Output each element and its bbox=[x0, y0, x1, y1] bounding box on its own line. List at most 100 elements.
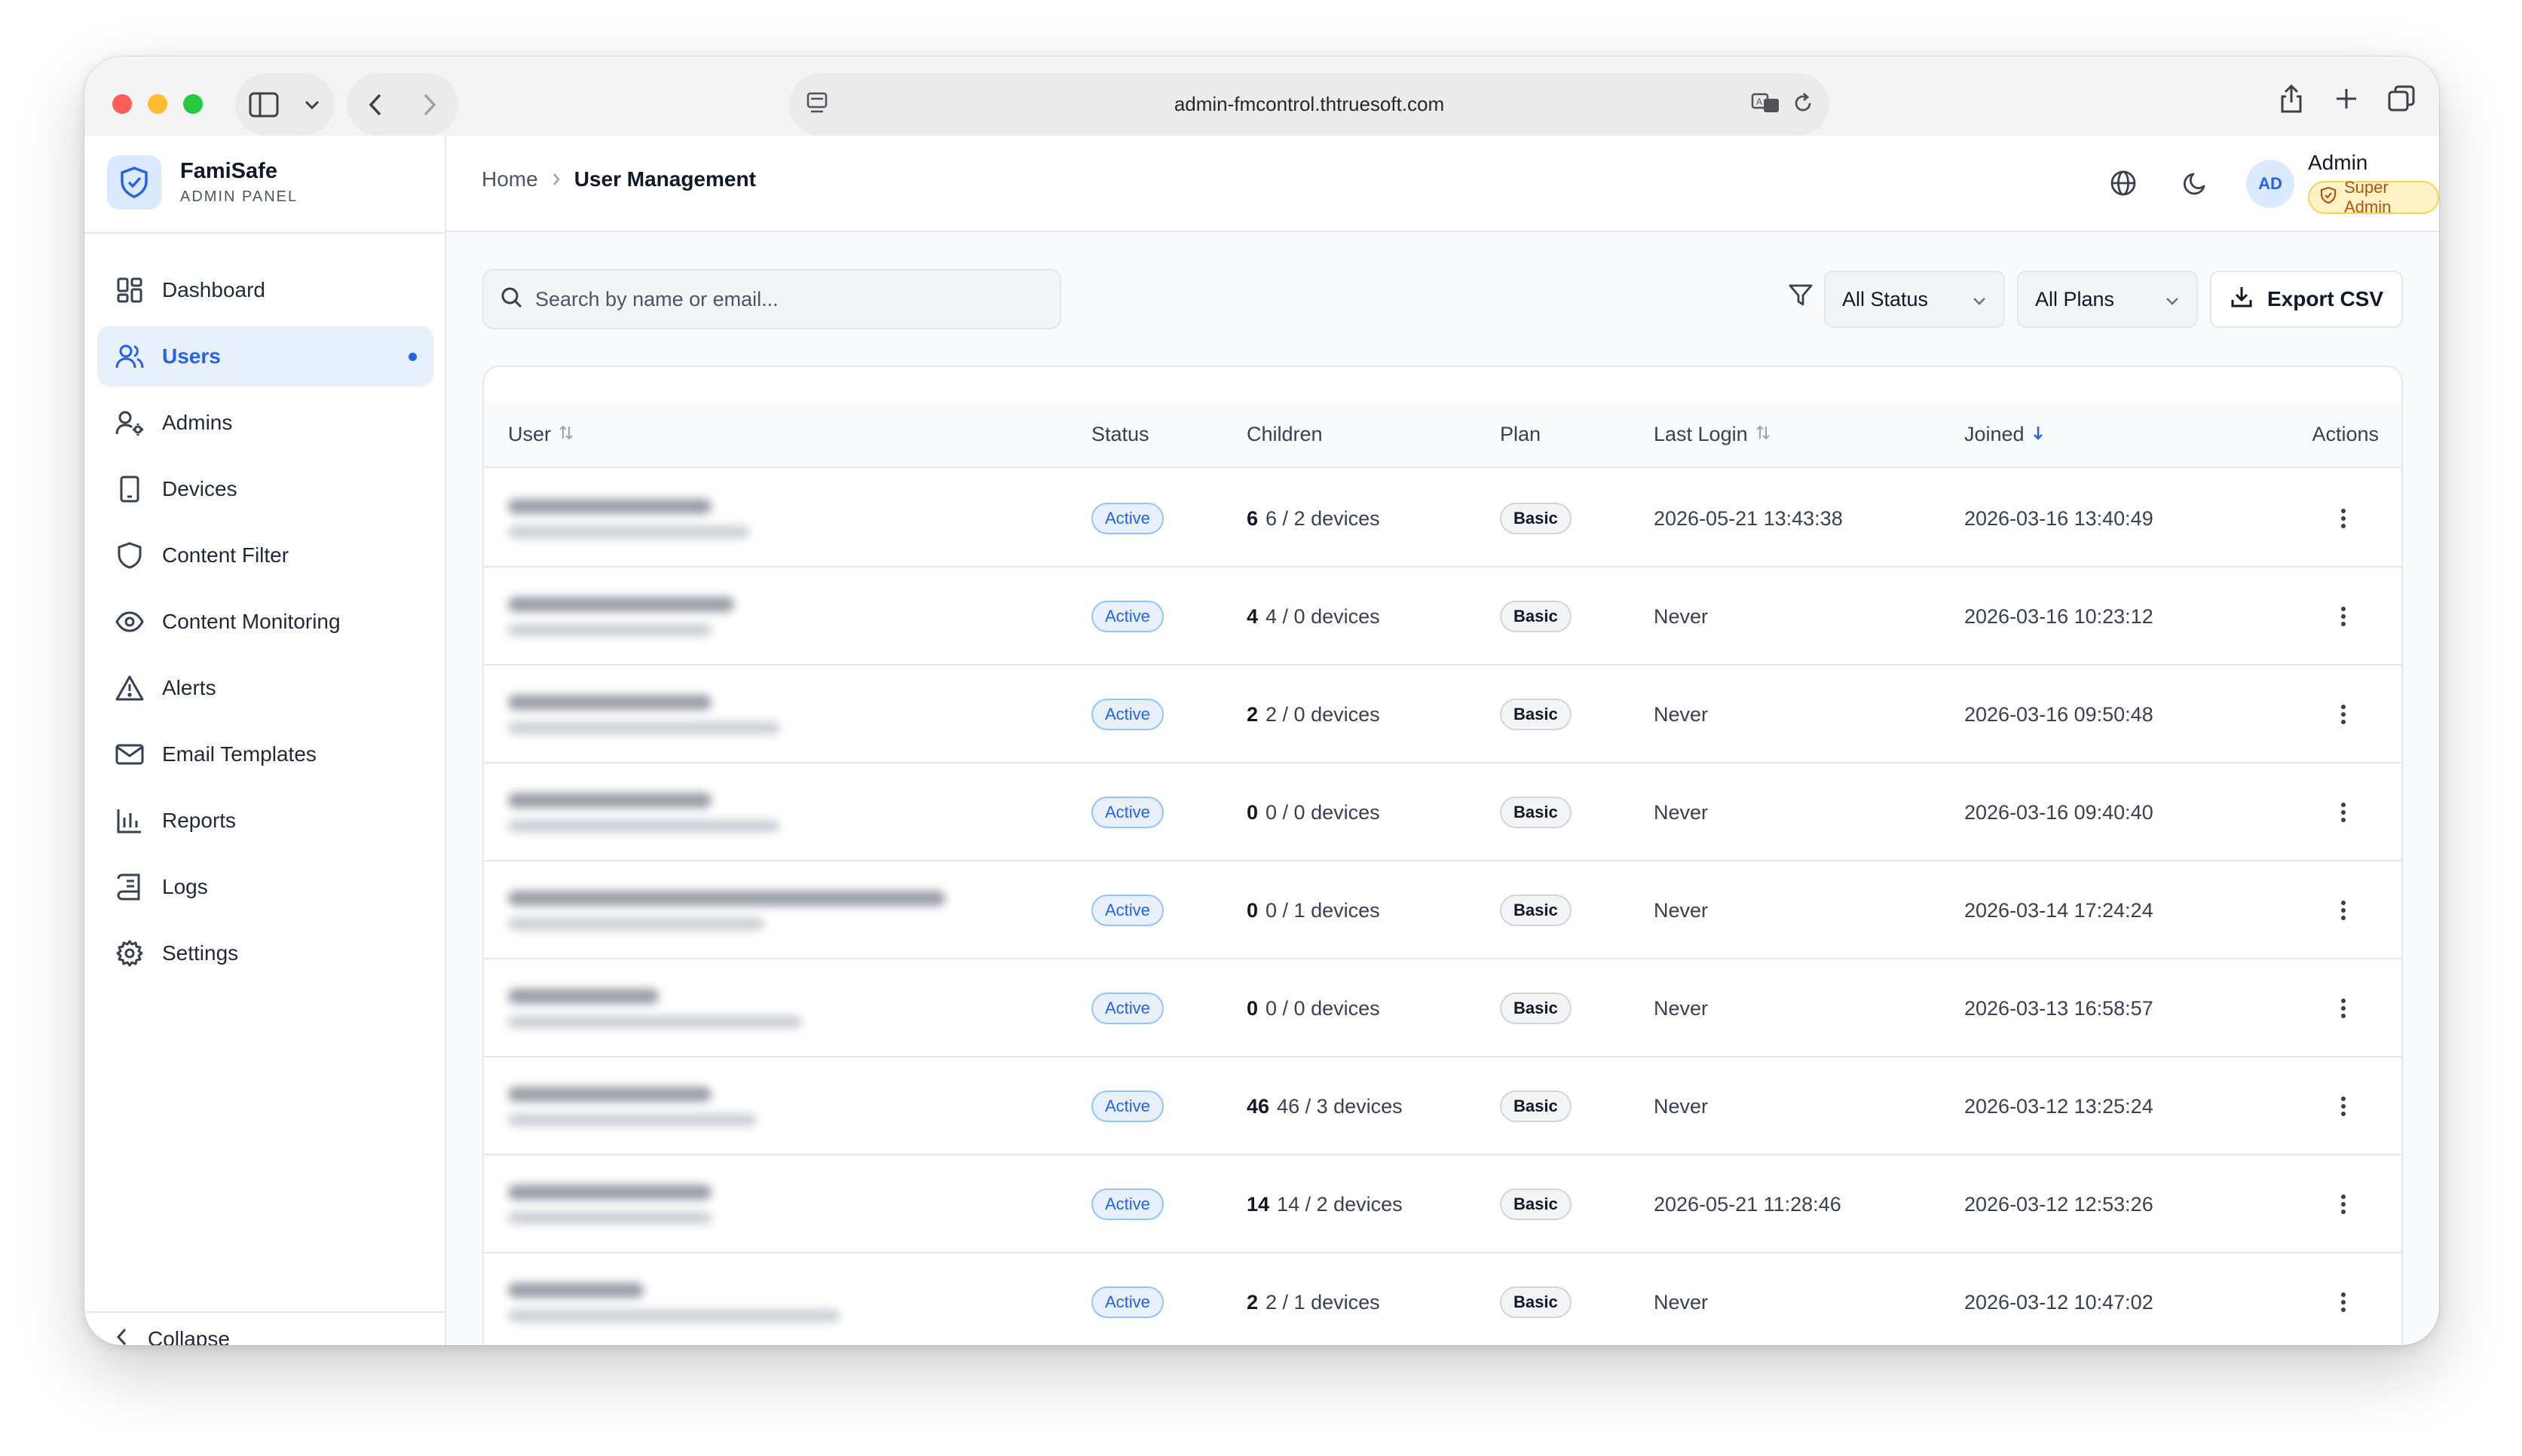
more-actions-icon[interactable] bbox=[2328, 1188, 2359, 1220]
joined-cell: 2026-03-13 16:58:57 bbox=[1964, 996, 2153, 1020]
browser-titlebar: admin-fmcontrol.thtruesoft.com A bbox=[84, 57, 2439, 136]
status-cell: Active bbox=[1091, 1155, 1164, 1253]
avatar[interactable]: AD bbox=[2246, 160, 2294, 208]
table-row[interactable]: Active 46 46 / 3 devices Basic Never 2026-03-… bbox=[484, 1057, 2401, 1155]
sidebar-item-reports[interactable]: Reports bbox=[97, 791, 433, 851]
sidebar-item-content-monitoring[interactable]: Content Monitoring bbox=[97, 592, 433, 652]
sidebar-item-email-templates[interactable]: Email Templates bbox=[97, 724, 433, 785]
sidebar-item-alerts[interactable]: Alerts bbox=[97, 658, 433, 718]
sidebar: FamiSafe ADMIN PANEL Dashboard Users Adm… bbox=[84, 136, 446, 1345]
redacted-user-email bbox=[508, 820, 779, 832]
sidebar-item-label: Content Filter bbox=[162, 543, 289, 567]
sidebar-item-label: Users bbox=[162, 344, 221, 368]
sidebar-toggle-icon[interactable] bbox=[247, 88, 280, 121]
sort-icon bbox=[1755, 423, 1771, 446]
children-count: 4 bbox=[1247, 604, 1259, 628]
column-header-last-login[interactable]: Last Login bbox=[1654, 423, 1771, 446]
url-text: admin-fmcontrol.thtruesoft.com bbox=[1174, 93, 1445, 115]
joined-cell: 2026-03-16 10:23:12 bbox=[1964, 604, 2153, 628]
sidebar-item-admins[interactable]: Admins bbox=[97, 393, 433, 453]
reload-icon[interactable] bbox=[1792, 91, 1814, 121]
search-input[interactable] bbox=[535, 287, 1048, 311]
table-row[interactable]: Active 6 6 / 2 devices Basic 2026-05-21 13:4… bbox=[484, 470, 2401, 567]
status-badge: Active bbox=[1091, 699, 1164, 730]
breadcrumb-home-link[interactable]: Home bbox=[482, 167, 538, 191]
user-cell bbox=[508, 1155, 712, 1253]
plan-cell: Basic bbox=[1500, 1057, 1572, 1155]
table-row[interactable]: Active 14 14 / 2 devices Basic 2026-05-21 11… bbox=[484, 1155, 2401, 1253]
sidebar-item-content-filter[interactable]: Content Filter bbox=[97, 525, 433, 586]
status-badge: Active bbox=[1091, 1286, 1164, 1318]
share-icon[interactable] bbox=[2270, 78, 2312, 120]
more-actions-icon[interactable] bbox=[2328, 601, 2359, 632]
table-row[interactable]: Active 4 4 / 0 devices Basic Never 2026-03-16… bbox=[484, 567, 2401, 665]
table-row[interactable]: Active 2 2 / 0 devices Basic Never 2026-03-16… bbox=[484, 665, 2401, 763]
plan-badge: Basic bbox=[1500, 1188, 1572, 1220]
plan-badge: Basic bbox=[1500, 503, 1572, 534]
sidebar-item-dashboard[interactable]: Dashboard bbox=[97, 260, 433, 320]
dashboard-icon bbox=[114, 274, 145, 306]
sidebar-item-devices[interactable]: Devices bbox=[97, 459, 433, 519]
redacted-user-email bbox=[508, 1310, 840, 1322]
sidebar-item-label: Reports bbox=[162, 809, 237, 832]
sidebar-item-logs[interactable]: Logs bbox=[97, 857, 433, 917]
sidebar-item-label: Logs bbox=[162, 875, 208, 898]
export-csv-button[interactable]: Export CSV bbox=[2210, 271, 2403, 328]
children-cell: 6 6 / 2 devices bbox=[1247, 470, 1380, 567]
status-badge: Active bbox=[1091, 895, 1164, 926]
language-globe-icon[interactable] bbox=[2104, 164, 2142, 202]
brand: FamiSafe ADMIN PANEL bbox=[107, 155, 298, 210]
address-bar[interactable]: admin-fmcontrol.thtruesoft.com A bbox=[789, 73, 1829, 136]
table-row[interactable]: Active 0 0 / 0 devices Basic Never 2026-03-16… bbox=[484, 763, 2401, 861]
sort-desc-arrow-icon bbox=[2032, 423, 2044, 446]
children-count: 6 bbox=[1247, 506, 1259, 530]
sidebar-item-settings[interactable]: Settings bbox=[97, 923, 433, 983]
last-login-cell: Never bbox=[1654, 702, 1709, 726]
joined-cell: 2026-03-12 12:53:26 bbox=[1964, 1192, 2153, 1216]
translate-icon[interactable]: A bbox=[1751, 91, 1781, 121]
column-header-joined[interactable]: Joined bbox=[1964, 423, 2044, 446]
children-count: 0 bbox=[1247, 800, 1259, 824]
dark-mode-moon-icon[interactable] bbox=[2177, 164, 2214, 202]
plan-badge: Basic bbox=[1500, 699, 1572, 730]
more-actions-icon[interactable] bbox=[2328, 503, 2359, 534]
plan-badge: Basic bbox=[1500, 1286, 1572, 1318]
table-row[interactable]: Active 0 0 / 0 devices Basic Never 2026-03-13… bbox=[484, 959, 2401, 1057]
more-actions-icon[interactable] bbox=[2328, 1090, 2359, 1122]
status-filter-select[interactable]: All Status bbox=[1824, 271, 2005, 328]
children-count: 46 bbox=[1247, 1094, 1270, 1118]
more-actions-icon[interactable] bbox=[2328, 993, 2359, 1024]
plan-badge: Basic bbox=[1500, 601, 1572, 632]
plan-filter-select[interactable]: All Plans bbox=[2017, 271, 2198, 328]
close-window-button[interactable] bbox=[112, 94, 132, 114]
chevron-right-icon bbox=[552, 173, 561, 186]
plan-badge: Basic bbox=[1500, 993, 1572, 1024]
plan-badge: Basic bbox=[1500, 797, 1572, 828]
joined-cell: 2026-03-16 09:50:48 bbox=[1964, 702, 2153, 726]
sidebar-item-label: Email Templates bbox=[162, 742, 317, 766]
user-cell bbox=[508, 1057, 757, 1155]
page-settings-icon[interactable] bbox=[806, 91, 828, 122]
table-row[interactable]: Active 0 0 / 1 devices Basic Never 2026-03-14… bbox=[484, 861, 2401, 959]
forward-arrow-icon[interactable] bbox=[413, 88, 446, 121]
status-badge: Active bbox=[1091, 993, 1164, 1024]
sidebar-item-users[interactable]: Users bbox=[97, 326, 433, 387]
redacted-user-name bbox=[508, 989, 659, 1004]
user-cell bbox=[508, 763, 779, 861]
new-tab-icon[interactable] bbox=[2325, 78, 2367, 120]
children-cell: 2 2 / 1 devices bbox=[1247, 1253, 1380, 1345]
more-actions-icon[interactable] bbox=[2328, 1286, 2359, 1318]
table-row[interactable]: Active 2 2 / 1 devices Basic Never 2026-03-12… bbox=[484, 1253, 2401, 1345]
more-actions-icon[interactable] bbox=[2328, 797, 2359, 828]
column-header-user[interactable]: User bbox=[508, 423, 574, 446]
more-actions-icon[interactable] bbox=[2328, 699, 2359, 730]
children-count: 14 bbox=[1247, 1192, 1270, 1216]
minimize-window-button[interactable] bbox=[148, 94, 167, 114]
chevron-down-icon[interactable] bbox=[295, 88, 329, 121]
back-arrow-icon[interactable] bbox=[359, 88, 392, 121]
devices-icon bbox=[114, 473, 145, 505]
collapse-button[interactable]: Collapse bbox=[115, 1326, 230, 1345]
more-actions-icon[interactable] bbox=[2328, 895, 2359, 926]
tab-overview-icon[interactable] bbox=[2380, 78, 2423, 120]
maximize-window-button[interactable] bbox=[183, 94, 203, 114]
